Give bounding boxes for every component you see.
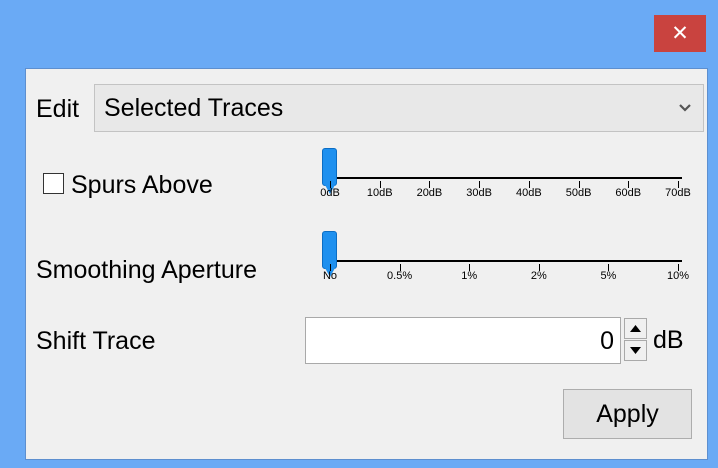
slider-tick-label: 10dB xyxy=(366,187,393,199)
slider-tick-label: 2% xyxy=(530,270,547,282)
spurs-above-label: Spurs Above xyxy=(71,171,213,199)
edit-dropdown[interactable]: Selected Traces xyxy=(94,84,704,132)
close-button[interactable]: ✕ xyxy=(654,15,706,52)
spin-up-button[interactable] xyxy=(624,318,647,339)
edit-dropdown-value: Selected Traces xyxy=(104,94,284,122)
slider-track xyxy=(330,260,682,262)
spurs-above-checkbox[interactable] xyxy=(43,173,64,194)
title-bar[interactable]: ✕ xyxy=(0,0,718,68)
dialog-window: ✕ Edit Selected Traces Spurs Above 0dB 10… xyxy=(0,0,718,468)
slider-tick-label: 1% xyxy=(461,270,478,282)
slider-tick-label: 60dB xyxy=(615,187,642,199)
slider-tick-label: 0.5% xyxy=(387,270,413,282)
shift-trace-input[interactable]: 0 xyxy=(305,317,621,364)
slider-tick-label: 70dB xyxy=(665,187,691,199)
shift-trace-label: Shift Trace xyxy=(36,327,156,355)
smoothing-aperture-slider[interactable] xyxy=(322,231,682,291)
slider-tick-label: 50dB xyxy=(565,187,592,199)
spin-down-button[interactable] xyxy=(624,340,647,361)
spurs-above-slider[interactable] xyxy=(322,148,682,208)
smoothing-aperture-label: Smoothing Aperture xyxy=(36,256,257,284)
slider-tick-label: 20dB xyxy=(416,187,443,199)
slider-tick-label: 40dB xyxy=(515,187,542,199)
slider-track xyxy=(330,177,682,179)
slider-tick-label: 30dB xyxy=(466,187,492,199)
caret-up-icon xyxy=(630,325,641,332)
slider-tick-label: 5% xyxy=(600,270,617,282)
shift-trace-value: 0 xyxy=(600,327,614,355)
caret-down-icon xyxy=(630,347,641,354)
slider-tick-label: No xyxy=(322,270,338,282)
shift-trace-unit: dB xyxy=(653,326,684,354)
edit-label: Edit xyxy=(36,95,80,123)
dialog-body: Edit Selected Traces Spurs Above 0dB 10dB… xyxy=(25,68,708,460)
slider-tick-label: 0dB xyxy=(320,187,340,199)
apply-button[interactable]: Apply xyxy=(563,389,692,439)
shift-trace-spinner[interactable] xyxy=(624,318,647,363)
chevron-down-icon xyxy=(679,104,691,112)
slider-tick-label: 10% xyxy=(666,270,690,282)
close-icon: ✕ xyxy=(671,21,689,45)
